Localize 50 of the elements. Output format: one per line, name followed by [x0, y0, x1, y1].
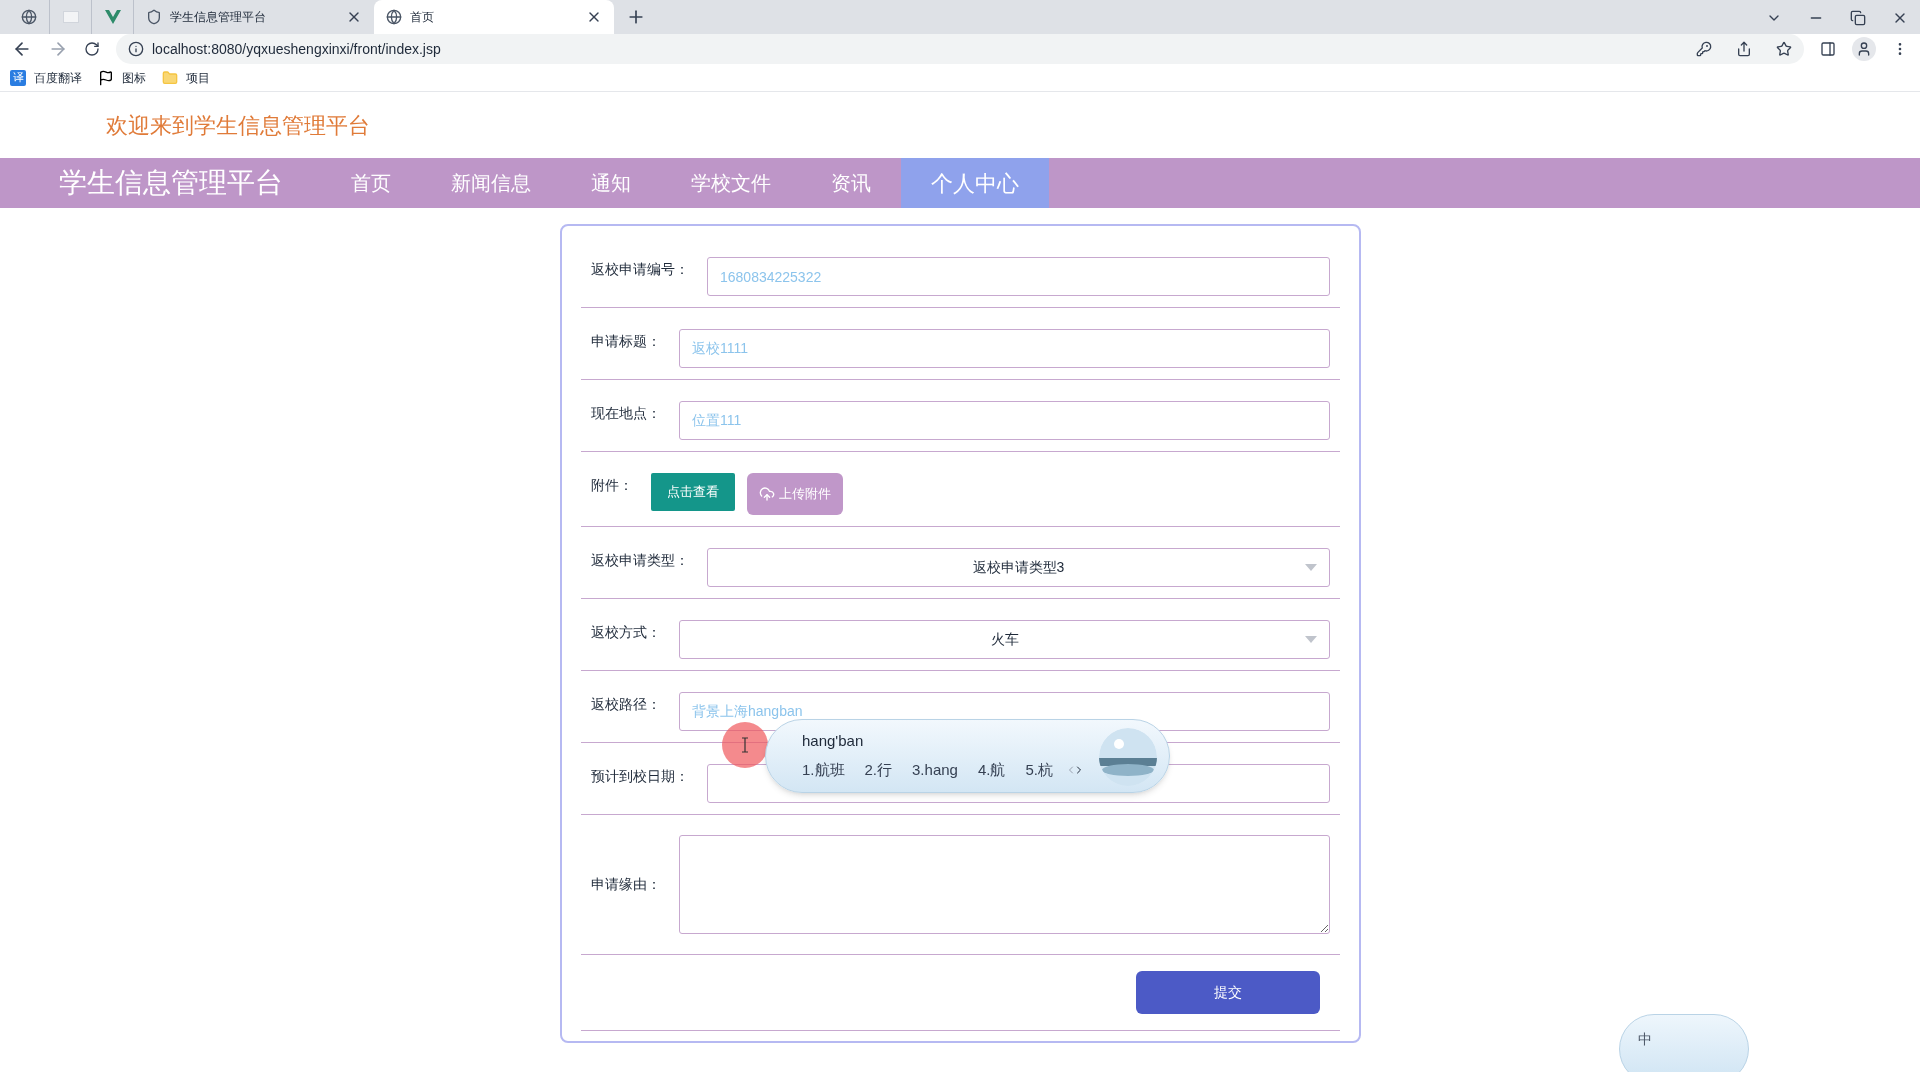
side-panel-icon[interactable]	[1820, 41, 1836, 57]
view-button[interactable]: 点击查看	[651, 473, 735, 511]
field-label: 返校申请编号：	[591, 260, 689, 279]
ime-candidate[interactable]: 4.航	[977, 758, 1006, 781]
shield-icon	[146, 9, 162, 25]
tab-title: 首页	[410, 9, 435, 26]
field-label: 预计到校日期：	[591, 767, 689, 786]
ime-candidate[interactable]: 1.航班	[802, 758, 845, 781]
field-label: 现在地点：	[591, 404, 661, 423]
input-mode[interactable]: 中	[1638, 1031, 1652, 1047]
folder-icon	[162, 69, 178, 86]
cloud-upload-icon	[759, 486, 775, 502]
globe-icon	[386, 9, 402, 25]
brand-title: 学生信息管理平台	[59, 166, 283, 200]
address-bar[interactable]: localhost:8080/yqxueshengxinxi/front/index.jsp	[116, 34, 1804, 64]
flag-icon	[98, 69, 114, 86]
field-label: 返校方式：	[591, 623, 661, 642]
ime-candidate[interactable]: 3.hang	[912, 758, 958, 781]
bookmark[interactable]: 项目	[162, 68, 210, 87]
globe-icon	[20, 9, 37, 25]
welcome-text: 欢迎来到学生信息管理平台	[106, 111, 370, 140]
ime-candidate[interactable]: 2.行	[864, 758, 893, 781]
tab-title: 学生信息管理平台	[170, 9, 267, 26]
info-icon[interactable]	[128, 41, 144, 57]
bookmark[interactable]: 图标	[98, 68, 146, 87]
bookmark[interactable]: 译 百度翻译	[10, 68, 82, 87]
star-icon[interactable]	[1776, 41, 1792, 57]
share-icon[interactable]	[1736, 41, 1752, 57]
submit-button[interactable]: 提交	[1136, 971, 1320, 1014]
field-label: 申请缘由：	[591, 875, 661, 894]
restore-icon[interactable]	[1850, 10, 1866, 26]
browser-tab[interactable]: 学生信息管理平台	[134, 0, 374, 34]
ime-composition: hang'ban	[802, 731, 865, 751]
key-icon[interactable]	[1696, 41, 1712, 57]
text-cursor-icon	[741, 737, 749, 753]
field-label: 返校申请类型：	[591, 551, 689, 570]
ime-candidate[interactable]: 5.杭	[1025, 758, 1053, 781]
field-label: 返校路径：	[591, 695, 661, 714]
field-label: 附件：	[591, 476, 633, 495]
reload-icon[interactable]	[84, 41, 100, 57]
v-logo-icon	[104, 10, 121, 24]
caret-icon	[1305, 636, 1317, 643]
browser-tab[interactable]: 首页	[374, 0, 614, 34]
dropdown[interactable]: 火车	[679, 620, 1330, 659]
url-text: localhost:8080/yqxueshengxinxi/front/index.jsp	[152, 39, 442, 59]
profile-icon[interactable]	[1852, 37, 1876, 61]
caret-icon	[1305, 564, 1317, 571]
dropdown[interactable]: 返校申请类型3	[707, 548, 1330, 587]
page-icon	[62, 11, 79, 23]
field-label: 申请标题：	[591, 332, 661, 351]
